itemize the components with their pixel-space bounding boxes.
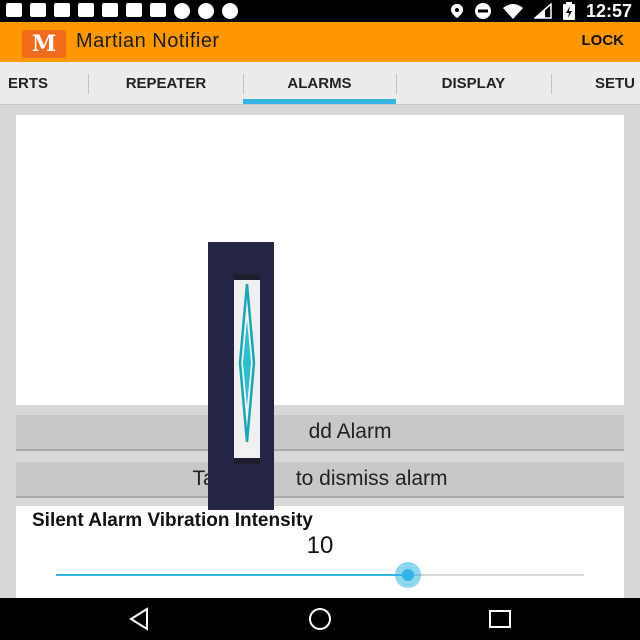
wifi-icon (502, 4, 523, 19)
slider-fill (56, 574, 408, 576)
slider-value: 10 (306, 532, 334, 559)
keyboard-icon (6, 3, 22, 17)
keyhole-icon (78, 3, 94, 17)
selected-tab-indicator (243, 99, 396, 104)
slider-title: Silent Alarm Vibration Intensity (32, 510, 313, 531)
alarm-list (16, 115, 624, 405)
image-icon (150, 3, 166, 17)
dismiss-alarm-button[interactable]: Tap hto dismiss alarm (16, 462, 624, 498)
status-bar: 12:57 (0, 0, 640, 22)
navigation-bar (0, 598, 640, 640)
dollar-icon (174, 3, 190, 19)
tab-setup[interactable]: SETU (570, 62, 640, 104)
signal-icon (533, 3, 552, 19)
tab-divider (551, 74, 552, 94)
app-logo: M (22, 30, 66, 58)
notification-icons (6, 3, 238, 19)
tab-repeater[interactable]: REPEATER (89, 62, 243, 104)
facebook-icon (30, 3, 46, 17)
tab-alarms[interactable]: ALARMS (243, 62, 396, 104)
image-icon (126, 3, 142, 17)
sound-wave-icon (238, 283, 256, 443)
tab-display[interactable]: DISPLAY (397, 62, 550, 104)
slider-thumb[interactable] (402, 569, 414, 581)
battery-charging-icon (562, 2, 575, 20)
home-icon[interactable] (307, 606, 333, 632)
dollar-icon (198, 3, 214, 19)
overlay-graphic (208, 242, 274, 510)
app-title: Martian Notifier (76, 30, 220, 52)
dollar-icon (222, 3, 238, 19)
do-not-disturb-icon (474, 3, 491, 19)
clock: 12:57 (585, 0, 632, 21)
overlay-panel (234, 274, 260, 464)
add-alarm-button[interactable]: dd Alarm (16, 415, 624, 451)
lock-button[interactable]: LOCK (582, 32, 625, 49)
tab-alerts[interactable]: ERTS (0, 62, 72, 104)
system-icons: 12:57 (450, 0, 632, 22)
recents-icon[interactable] (487, 606, 513, 632)
vibration-intensity-slider[interactable] (56, 562, 584, 588)
location-icon (450, 4, 463, 18)
facebook-icon (54, 3, 70, 17)
facebook-icon (102, 3, 118, 17)
back-icon[interactable] (127, 606, 153, 632)
vibration-intensity-card: Silent Alarm Vibration Intensity 10 (16, 506, 624, 598)
